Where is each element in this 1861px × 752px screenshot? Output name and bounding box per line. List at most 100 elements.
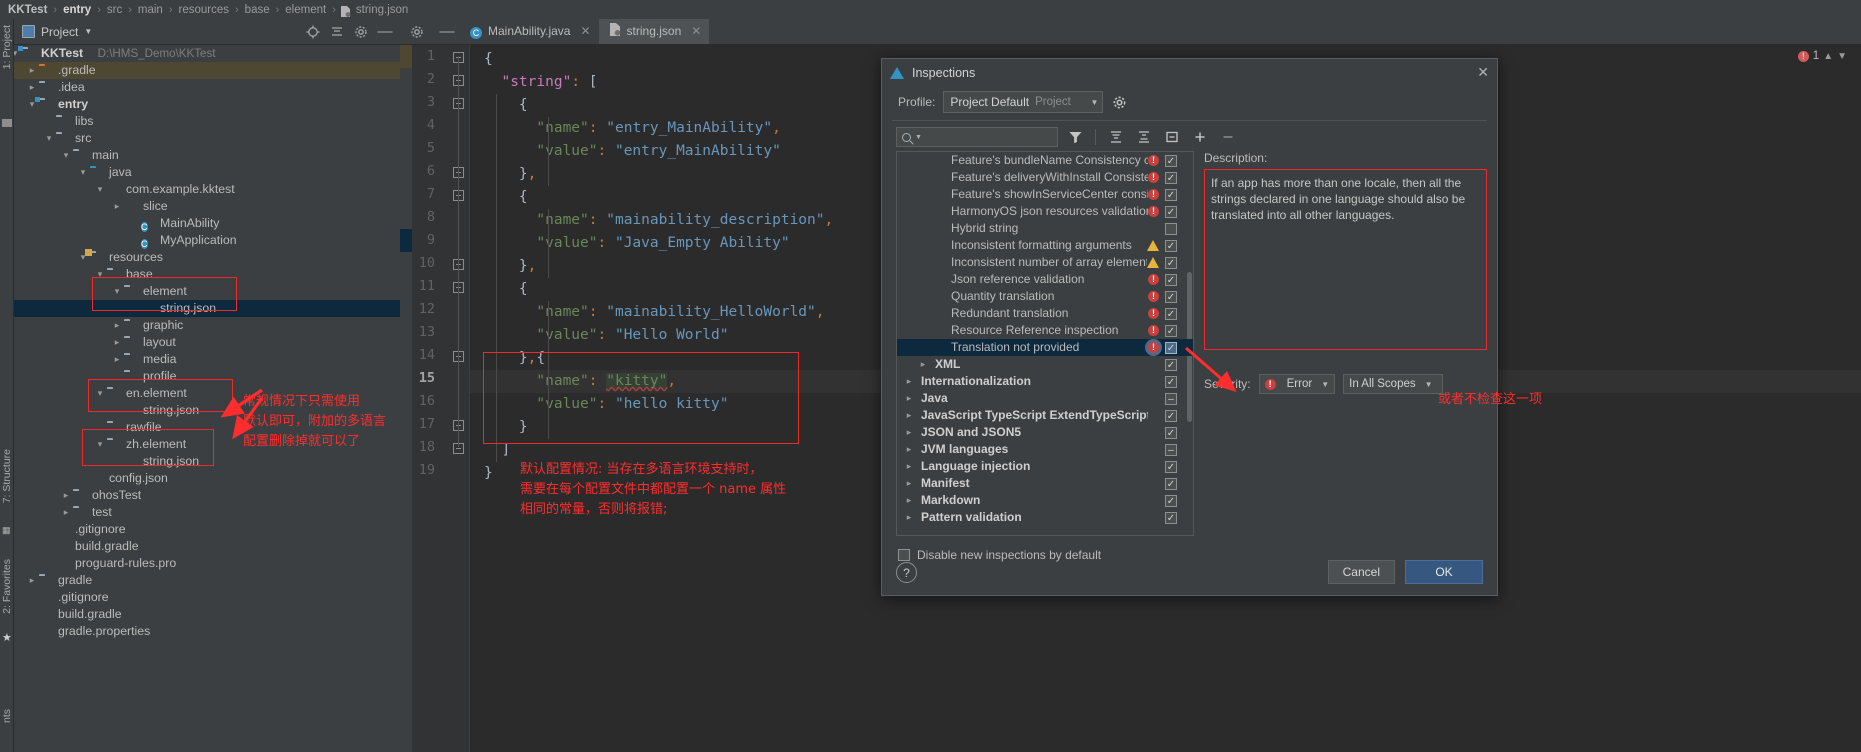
group-expand-arrow[interactable]: ▸ bbox=[903, 424, 915, 441]
tree-node--idea[interactable]: ▸ .idea bbox=[14, 79, 400, 96]
tree-node--gitignore[interactable]: .gitignore bbox=[14, 521, 400, 538]
tree-expand-arrow[interactable]: ▾ bbox=[77, 164, 89, 181]
code-line[interactable]: } bbox=[484, 462, 493, 485]
code-line[interactable]: "name": "entry_MainAbility", bbox=[484, 117, 780, 140]
tree-expand-arrow[interactable]: ▸ bbox=[26, 572, 38, 589]
tree-node-layout[interactable]: ▸ layout bbox=[14, 334, 400, 351]
inspection-checkbox[interactable] bbox=[1164, 154, 1177, 167]
code-line[interactable]: "string": [ bbox=[484, 71, 597, 94]
tool-window-structure[interactable]: 7: Structure bbox=[1, 449, 13, 503]
inspection-checkbox[interactable] bbox=[1164, 307, 1177, 320]
code-line[interactable]: { bbox=[484, 94, 528, 117]
settings-gear-icon[interactable] bbox=[354, 25, 368, 39]
inspection-row-java[interactable]: ▸ Java bbox=[897, 390, 1193, 407]
breadcrumb-item-6[interactable]: element bbox=[283, 4, 328, 16]
inspection-row-resource-reference-inspection[interactable]: Resource Reference inspection! bbox=[897, 322, 1193, 339]
tree-expand-arrow[interactable]: ▸ bbox=[26, 62, 38, 79]
chevron-up-icon[interactable]: ▲ bbox=[1823, 51, 1833, 62]
inspection-row-redundant-translation[interactable]: Redundant translation! bbox=[897, 305, 1193, 322]
inspection-checkbox[interactable] bbox=[1164, 426, 1177, 439]
inspection-row-javascript-typescript-extendtypescript[interactable]: ▸ JavaScript TypeScript ExtendTypeScript bbox=[897, 407, 1193, 424]
tree-node-resources[interactable]: ▾ resources bbox=[14, 249, 400, 266]
tree-expand-arrow[interactable]: ▸ bbox=[111, 198, 123, 215]
collapse-all-icon[interactable] bbox=[330, 25, 344, 39]
cancel-button[interactable]: Cancel bbox=[1327, 560, 1395, 584]
breadcrumb-item-4[interactable]: resources bbox=[177, 4, 232, 16]
inspection-checkbox[interactable] bbox=[1164, 290, 1177, 303]
tree-node-config-json[interactable]: config.json bbox=[14, 470, 400, 487]
tree-node-test[interactable]: ▸ test bbox=[14, 504, 400, 521]
inspection-row-harmonyos-json-resources-validation[interactable]: HarmonyOS json resources validation! bbox=[897, 203, 1193, 220]
ok-button[interactable]: OK bbox=[1405, 560, 1483, 584]
editor-tab-mainability[interactable]: C MainAbility.java ✕ bbox=[460, 19, 599, 44]
chevron-down-icon[interactable]: ▼ bbox=[84, 27, 92, 36]
inspection-checkbox[interactable] bbox=[1164, 443, 1177, 456]
inspection-checkbox[interactable] bbox=[1164, 392, 1177, 405]
severity-select[interactable]: ! Error ▼ bbox=[1258, 374, 1336, 394]
editor-error-indicator[interactable]: ! 1 ▲ ▼ bbox=[1797, 50, 1847, 62]
chevron-down-icon[interactable]: ▼ bbox=[915, 134, 922, 141]
breadcrumb-item-5[interactable]: base bbox=[243, 4, 272, 16]
tree-node-main[interactable]: ▾ main bbox=[14, 147, 400, 164]
locate-icon[interactable] bbox=[306, 25, 320, 39]
tree-expand-arrow[interactable]: ▸ bbox=[111, 351, 123, 368]
tree-node-graphic[interactable]: ▸ graphic bbox=[14, 317, 400, 334]
tree-node-myapplication[interactable]: C MyApplication bbox=[14, 232, 400, 249]
help-button[interactable]: ? bbox=[896, 561, 917, 583]
tree-node-mainability[interactable]: C MainAbility bbox=[14, 215, 400, 232]
tree-expand-arrow[interactable]: ▸ bbox=[60, 487, 72, 504]
chevron-down-icon[interactable]: ▼ bbox=[1837, 51, 1847, 62]
collapse-all-icon[interactable] bbox=[1133, 127, 1155, 147]
group-expand-arrow[interactable]: ▸ bbox=[903, 390, 915, 407]
add-icon[interactable] bbox=[1189, 127, 1211, 147]
tree-node-src[interactable]: ▾ src bbox=[14, 130, 400, 147]
code-line[interactable]: "name": "kitty", bbox=[484, 370, 676, 393]
profile-select[interactable]: Project Default Project ▼ bbox=[943, 91, 1104, 113]
tree-expand-arrow[interactable]: ▸ bbox=[26, 79, 38, 96]
code-line[interactable]: "value": "Java_Empty Ability" bbox=[484, 232, 789, 255]
tree-expand-arrow[interactable]: ▾ bbox=[111, 283, 123, 300]
group-expand-arrow[interactable]: ▸ bbox=[903, 475, 915, 492]
inspection-row-feature-s-bundlename-consistency-check[interactable]: Feature's bundleName Consistency check! bbox=[897, 152, 1193, 169]
remove-icon[interactable] bbox=[1217, 127, 1239, 147]
editor-gutter[interactable]: 1 2 3 4 5 6 7 8 9 10 11 12 13 14 15 16 17 18 19 bbox=[400, 45, 470, 752]
tool-window-project[interactable]: 1: Project bbox=[1, 25, 13, 69]
inspection-row-pattern-validation[interactable]: ▸ Pattern validation bbox=[897, 509, 1193, 526]
inspection-row-markdown[interactable]: ▸ Markdown bbox=[897, 492, 1193, 509]
tool-window-favorites[interactable]: 2: Favorites bbox=[1, 559, 13, 614]
tree-expand-arrow[interactable]: ▾ bbox=[94, 385, 106, 402]
breadcrumb-item-2[interactable]: src bbox=[105, 4, 124, 16]
code-line[interactable]: } bbox=[484, 416, 528, 439]
code-line[interactable]: { bbox=[484, 186, 528, 209]
tree-expand-arrow[interactable]: ▸ bbox=[111, 317, 123, 334]
scope-select[interactable]: In All Scopes ▼ bbox=[1343, 374, 1444, 394]
tree-node-base[interactable]: ▾ base bbox=[14, 266, 400, 283]
inspection-checkbox[interactable] bbox=[1164, 188, 1177, 201]
inspections-list[interactable]: Feature's bundleName Consistency check!F… bbox=[896, 151, 1194, 536]
code-line[interactable]: { bbox=[484, 278, 528, 301]
profile-gear-icon[interactable] bbox=[1111, 94, 1127, 110]
inspection-row-translation-not-provided[interactable]: Translation not provided! bbox=[897, 339, 1193, 356]
tree-node-string-json[interactable]: string.json bbox=[14, 300, 400, 317]
tree-node-slice[interactable]: ▸ slice bbox=[14, 198, 400, 215]
group-expand-arrow[interactable]: ▸ bbox=[903, 407, 915, 424]
tree-node--gitignore[interactable]: .gitignore bbox=[14, 589, 400, 606]
tree-expand-arrow[interactable]: ▾ bbox=[60, 147, 72, 164]
group-by-icon[interactable] bbox=[1161, 127, 1183, 147]
inspection-row-language-injection[interactable]: ▸ Language injection bbox=[897, 458, 1193, 475]
inspection-row-json-reference-validation[interactable]: Json reference validation! bbox=[897, 271, 1193, 288]
inspection-checkbox[interactable] bbox=[1164, 171, 1177, 184]
tree-expand-arrow[interactable]: ▾ bbox=[94, 436, 106, 453]
tree-node-build-gradle[interactable]: build.gradle bbox=[14, 538, 400, 555]
close-icon[interactable]: ✕ bbox=[1477, 64, 1489, 81]
tree-node-gradle-properties[interactable]: gradle.properties bbox=[14, 623, 400, 640]
search-input[interactable]: ▼ bbox=[896, 127, 1058, 147]
breadcrumb-item-1[interactable]: entry bbox=[61, 4, 93, 16]
tree-node-ohostest[interactable]: ▸ ohosTest bbox=[14, 487, 400, 504]
code-line[interactable]: }, bbox=[484, 163, 536, 186]
group-expand-arrow[interactable]: ▸ bbox=[903, 458, 915, 475]
inspection-row-feature-s-deliverywithinstall-consistency-c[interactable]: Feature's deliveryWithInstall Consistenc… bbox=[897, 169, 1193, 186]
code-line[interactable]: }, bbox=[484, 255, 536, 278]
code-line[interactable]: "name": "mainability_HelloWorld", bbox=[484, 301, 824, 324]
breadcrumb-item-3[interactable]: main bbox=[136, 4, 165, 16]
